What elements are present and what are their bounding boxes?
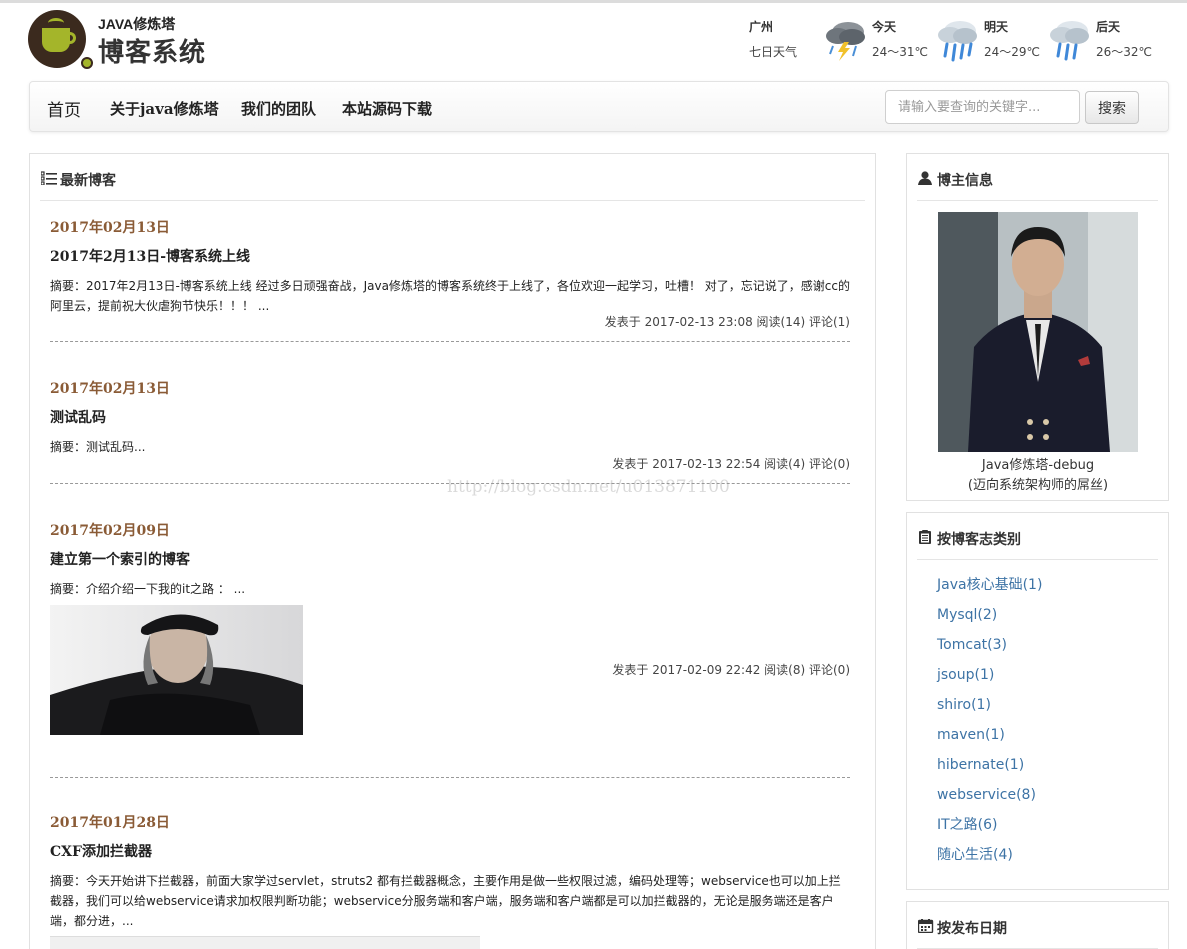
category-link[interactable]: hibernate(1) [937,755,1042,785]
blogger-name: Java修炼塔-debug [981,458,1095,473]
watermark: http://blog.csdn.net/u013871100 [447,477,730,497]
blog-item: 2017年02月09日 建立第一个索引的博客 摘要：介绍介绍一下我的it之路 ：… [50,520,850,780]
category-link[interactable]: maven(1) [937,725,1042,755]
rain-icon [1050,21,1089,61]
blog-meta: 发表于 2017-02-09 22:42 阅读(8) 评论(0) [612,663,850,677]
panel-header: 按博客志类别 [917,513,1158,560]
blog-item: 2017年01月28日 CXF添加拦截器 摘要：今天开始讲下拦截器，前面大家学过… [50,812,850,949]
latest-blogs-panel: 最新博客 2017年02月13日 2017年2月13日-博客系统上线 摘要：20… [29,153,876,949]
site-logo[interactable]: JAVA修炼塔 博客系统 [28,10,218,72]
rain-icon [938,21,977,62]
weather-day-temp: 24～31℃ [872,45,929,59]
weather-city-name: 广州 [749,20,774,34]
nav-about[interactable]: 关于java修炼塔 [110,98,219,119]
logo-title: 博客系统 [98,38,207,68]
blog-date: 2017年02月09日 [50,523,170,539]
weather-day-temp: 26～32℃ [1096,45,1153,59]
nav-team[interactable]: 我们的团队 [241,98,316,119]
category-link[interactable]: jsoup(1) [937,665,1042,695]
logo-subtitle: JAVA修炼塔 [98,16,176,32]
thunderstorm-icon [826,22,865,61]
blog-code-screenshot[interactable] [50,936,480,949]
blogger-avatar[interactable] [938,212,1138,452]
category-link[interactable]: shiro(1) [937,695,1042,725]
blog-date: 2017年02月13日 [50,220,170,236]
category-link[interactable]: webservice(8) [937,785,1042,815]
category-list: Java核心基础(1) Mysql(2) Tomcat(3) jsoup(1) … [937,575,1042,875]
search-button[interactable]: 搜索 [1085,91,1139,124]
calendar-icon [918,919,934,933]
panel-header: 博主信息 [917,154,1158,201]
publish-date-panel: 按发布日期 [906,901,1169,949]
blog-title[interactable]: 建立第一个索引的博客 [50,549,850,569]
weather-day-after-tomorrow: 后天 26～32℃ [1096,18,1152,60]
main-navbar: 首页 关于java修炼塔 我们的团队 本站源码下载 搜索 [29,81,1169,132]
weather-day-tomorrow: 明天 24～29℃ [984,18,1040,60]
blog-title[interactable]: CXF添加拦截器 [50,841,850,861]
blog-categories-panel: 按博客志类别 Java核心基础(1) Mysql(2) Tomcat(3) js… [906,512,1169,890]
user-icon [918,171,932,185]
category-link[interactable]: Java核心基础(1) [937,575,1042,605]
weather-day-label: 后天 [1096,20,1121,34]
blog-summary: 摘要：介绍介绍一下我的it之路 ： ... [50,582,246,596]
blog-title[interactable]: 2017年2月13日-博客系统上线 [50,246,850,266]
category-link[interactable]: 随心生活(4) [937,845,1042,875]
panel-title: 按发布日期 [937,921,1007,937]
nav-home[interactable]: 首页 [47,96,81,121]
panel-header: 按发布日期 [917,902,1158,949]
blog-thumbnail[interactable] [50,605,303,735]
search-input[interactable] [885,90,1080,124]
category-link[interactable]: IT之路(6) [937,815,1042,845]
blog-item: 2017年02月13日 2017年2月13日-博客系统上线 摘要：2017年2月… [50,217,850,343]
blogger-motto: (迈向系统架构师的屌丝) [967,478,1109,493]
blog-date: 2017年01月28日 [50,815,170,831]
blog-date: 2017年02月13日 [50,381,170,397]
blog-summary: 摘要：测试乱码... [50,440,146,454]
panel-title: 按博客志类别 [937,532,1021,548]
logo-dot [81,57,93,69]
weather-day-temp: 24～29℃ [984,45,1041,59]
weather-day-label: 明天 [984,20,1009,34]
weather-day-label: 今天 [872,20,897,34]
blog-meta: 发表于 2017-02-13 22:54 阅读(4) 评论(0) [612,457,850,471]
blog-summary: 摘要：2017年2月13日-博客系统上线 经过多日顽强奋战，Java修炼塔的博客… [50,279,850,313]
list-icon [41,171,57,185]
nav-source-download[interactable]: 本站源码下载 [342,98,432,119]
blog-title[interactable]: 测试乱码 [50,407,850,427]
category-link[interactable]: Tomcat(3) [937,635,1042,665]
blog-summary: 摘要：今天开始讲下拦截器，前面大家学过servlet，struts2 都有拦截器… [50,874,841,928]
blog-divider [50,341,850,342]
category-link[interactable]: Mysql(2) [937,605,1042,635]
coffee-cup-icon [28,10,86,68]
clipboard-icon [919,530,931,544]
blog-item: 2017年02月13日 测试乱码 摘要：测试乱码... 发表于 2017-02-… [50,378,850,488]
top-border [0,0,1187,3]
blog-divider [50,777,850,778]
panel-title: 博主信息 [937,173,993,189]
blogger-info-panel: 博主信息 Java修炼塔-debug (迈向系统架构师的屌丝) [906,153,1169,501]
panel-title: 最新博客 [60,173,116,189]
weather-subtitle: 七日天气 [749,45,798,59]
weather-city: 广州 七日天气 [749,18,797,60]
panel-header: 最新博客 [40,154,865,201]
weather-day-today: 今天 24～31℃ [872,18,928,60]
blog-meta: 发表于 2017-02-13 23:08 阅读(14) 评论(1) [604,315,850,329]
